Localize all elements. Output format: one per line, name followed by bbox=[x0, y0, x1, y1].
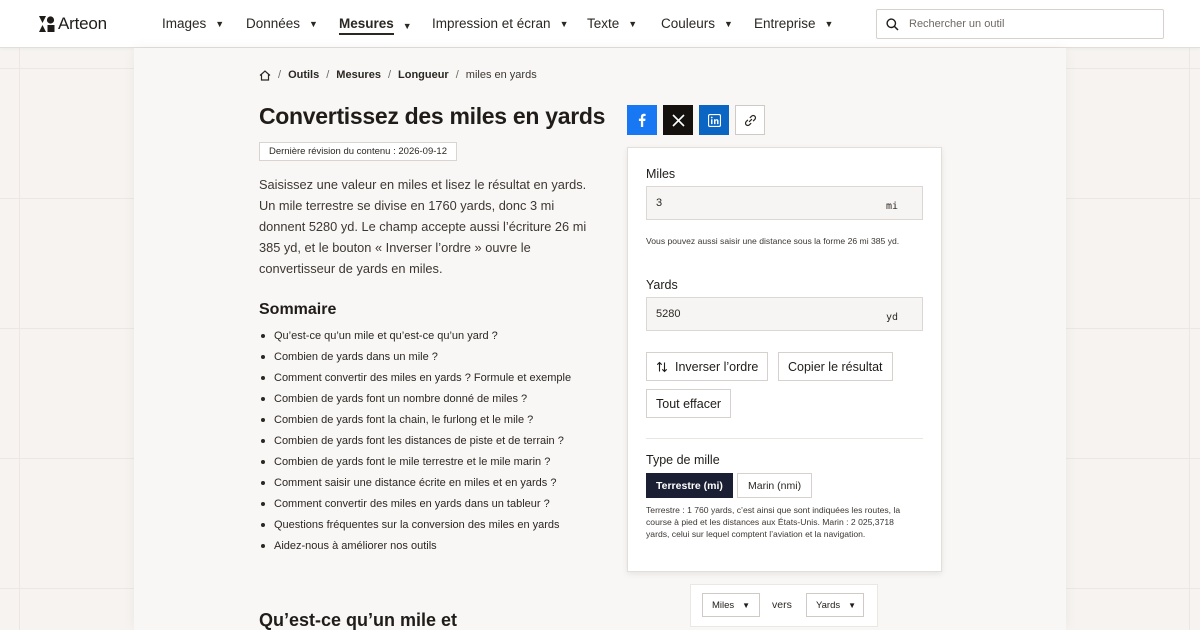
toc-item[interactable]: Comment convertir des miles en yards ? F… bbox=[259, 371, 571, 392]
from-unit-value: Miles bbox=[712, 599, 735, 611]
clear-all-button[interactable]: Tout effacer bbox=[646, 389, 732, 418]
nav-mesures-label: Mesures bbox=[339, 16, 394, 35]
card-divider bbox=[646, 438, 923, 439]
nav-images-label: Images bbox=[162, 16, 207, 31]
nav-couleurs-label: Couleurs bbox=[661, 16, 716, 31]
breadcrumb-longueur[interactable]: Longueur bbox=[398, 69, 449, 81]
breadcrumb-current: miles en yards bbox=[465, 69, 537, 81]
clear-all-label: Tout effacer bbox=[656, 396, 722, 411]
nav-impression-ecran-label: Impression et écran bbox=[432, 16, 551, 31]
chevron-down-icon: ▼ bbox=[402, 20, 412, 31]
nav-donnees[interactable]: Données ▼ bbox=[246, 16, 318, 31]
miles-unit: mi bbox=[885, 201, 898, 212]
top-navigation-bar: Arteon Images ▼ Données ▼ Mesures ▼ Impress… bbox=[0, 0, 1200, 48]
facebook-icon bbox=[638, 113, 646, 127]
chevron-down-icon: ▼ bbox=[309, 18, 318, 29]
brand-name: Arteon bbox=[58, 14, 107, 33]
yards-input[interactable] bbox=[647, 308, 867, 320]
share-x-button[interactable] bbox=[663, 105, 693, 135]
search-box bbox=[876, 9, 1164, 39]
miles-label: Miles bbox=[646, 167, 676, 181]
summary-title: Sommaire bbox=[259, 301, 337, 318]
toc-item[interactable]: Questions fréquentes sur la conversion d… bbox=[259, 518, 571, 539]
toc-item[interactable]: Comment convertir des miles en yards dan… bbox=[259, 497, 571, 518]
nav-entreprise[interactable]: Entreprise ▼ bbox=[754, 16, 833, 31]
search-input[interactable] bbox=[909, 18, 1149, 30]
share-linkedin-button[interactable] bbox=[699, 105, 729, 135]
mile-type-note: Terrestre : 1 760 yards, c’est ainsi que… bbox=[646, 505, 901, 539]
chevron-down-icon: ▼ bbox=[848, 600, 857, 610]
toc-item[interactable]: Combien de yards font un nombre donné de… bbox=[259, 392, 571, 413]
toc-item[interactable]: Combien de yards dans un mile ? bbox=[259, 350, 571, 371]
breadcrumb-separator: / bbox=[278, 69, 282, 81]
breadcrumb-mesures[interactable]: Mesures bbox=[336, 69, 381, 81]
yards-field-wrapper: yd bbox=[646, 297, 923, 331]
brand-logo[interactable]: Arteon bbox=[39, 14, 107, 34]
toc-item[interactable]: Combien de yards font la chain, le furlo… bbox=[259, 413, 571, 434]
mile-type-label: Type de mille bbox=[646, 453, 720, 467]
mile-type-terrestre-option[interactable]: Terrestre (mi) bbox=[646, 473, 733, 498]
toc-item[interactable]: Aidez-nous à améliorer nos outils bbox=[259, 539, 571, 560]
to-unit-select[interactable]: Yards ▼ bbox=[806, 593, 864, 617]
nav-texte[interactable]: Texte ▼ bbox=[587, 16, 637, 31]
revision-badge: Dernière révision du contenu : 2026-09-1… bbox=[259, 142, 457, 161]
page-title: Convertissez des miles en yards bbox=[259, 103, 606, 129]
chevron-down-icon: ▼ bbox=[559, 18, 569, 29]
yards-unit: yd bbox=[885, 312, 898, 323]
chevron-down-icon: ▼ bbox=[724, 18, 733, 29]
toc-item[interactable]: Qu’est-ce qu’un mile et qu’est-ce qu’un … bbox=[259, 329, 571, 350]
copy-result-button[interactable]: Copier le résultat bbox=[778, 352, 893, 381]
linkedin-icon bbox=[707, 113, 721, 127]
intro-paragraph: Saisissez une valeur en miles et lisez l… bbox=[259, 177, 587, 276]
nav-mesures[interactable]: Mesures ▼ bbox=[339, 16, 412, 35]
link-icon bbox=[744, 114, 756, 126]
miles-hint: Vous pouvez aussi saisir une distance so… bbox=[646, 236, 900, 246]
toc-item[interactable]: Combien de yards font les distances de p… bbox=[259, 434, 571, 455]
toc-item[interactable]: Combien de yards font le mile terrestre … bbox=[259, 455, 571, 476]
chevron-down-icon: ▼ bbox=[215, 18, 225, 29]
mile-type-marin-option[interactable]: Marin (nmi) bbox=[737, 473, 813, 498]
chevron-down-icon: ▼ bbox=[824, 18, 834, 29]
breadcrumb-separator: / bbox=[455, 69, 459, 81]
breadcrumb-separator: / bbox=[326, 69, 330, 81]
copy-link-button[interactable] bbox=[735, 105, 765, 135]
toc-item[interactable]: Comment saisir une distance écrite en mi… bbox=[259, 476, 571, 497]
unit-switcher-connector: vers bbox=[772, 599, 792, 611]
section-heading: Qu’est-ce qu’un mile et bbox=[259, 610, 458, 630]
search-icon bbox=[886, 17, 899, 31]
chevron-down-icon: ▼ bbox=[628, 18, 638, 29]
nav-impression-ecran[interactable]: Impression et écran ▼ bbox=[432, 16, 568, 31]
share-facebook-button[interactable] bbox=[627, 105, 657, 135]
table-of-contents: Qu’est-ce qu’un mile et qu’est-ce qu’un … bbox=[259, 329, 571, 560]
nav-couleurs[interactable]: Couleurs ▼ bbox=[661, 16, 733, 31]
miles-field-wrapper: mi bbox=[646, 186, 923, 220]
swap-order-button[interactable]: Inverser l’ordre bbox=[646, 352, 769, 381]
breadcrumb-outils[interactable]: Outils bbox=[288, 69, 319, 81]
chevron-down-icon: ▼ bbox=[742, 600, 751, 610]
to-unit-value: Yards bbox=[816, 599, 841, 611]
miles-input[interactable] bbox=[647, 197, 867, 209]
yards-label: Yards bbox=[646, 278, 678, 292]
swap-icon bbox=[656, 361, 668, 372]
nav-donnees-label: Données bbox=[246, 16, 301, 31]
breadcrumb: / Outils / Mesures / Longueur / miles en… bbox=[259, 69, 537, 81]
nav-entreprise-label: Entreprise bbox=[754, 16, 816, 31]
breadcrumb-separator: / bbox=[387, 69, 391, 81]
from-unit-select[interactable]: Miles ▼ bbox=[702, 593, 760, 617]
nav-texte-label: Texte bbox=[587, 16, 620, 31]
home-icon[interactable] bbox=[259, 69, 271, 81]
nav-images[interactable]: Images ▼ bbox=[162, 16, 224, 31]
arteon-logo-icon bbox=[39, 16, 55, 32]
x-icon bbox=[671, 113, 685, 127]
swap-order-label: Inverser l’ordre bbox=[675, 359, 759, 374]
copy-result-label: Copier le résultat bbox=[788, 359, 883, 374]
